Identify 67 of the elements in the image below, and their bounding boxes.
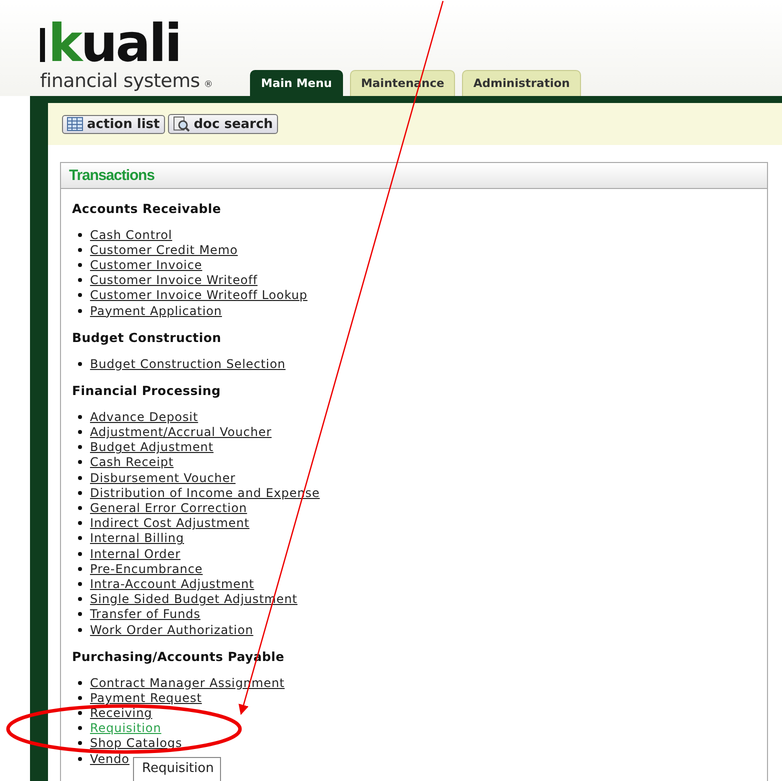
bullet-icon (78, 308, 82, 313)
bullet-icon (78, 476, 82, 480)
bullet-icon (78, 741, 82, 746)
section-heading: Financial Processing (72, 383, 222, 398)
bullet-icon (78, 293, 82, 298)
menu-link[interactable]: General Error Correction (90, 501, 248, 516)
bullet-icon (78, 248, 82, 252)
menu-link[interactable]: Cash Receipt (90, 455, 174, 470)
bullet-icon (78, 597, 82, 602)
registered-mark: ® (204, 80, 213, 90)
bullet-icon (78, 756, 82, 761)
bullet-icon (78, 262, 82, 267)
menu-link[interactable]: Internal Billing (90, 531, 184, 546)
bullet-icon (78, 362, 82, 366)
section-heading: Accounts Receivable (72, 201, 222, 216)
logo-wordmark: kuali (48, 18, 180, 70)
panel-title: Transactions (69, 167, 154, 184)
menu-link[interactable]: Disbursement Voucher (90, 470, 236, 485)
bullet-icon (78, 582, 82, 586)
menu-link[interactable]: Cash Control (90, 228, 172, 242)
bullet-icon (78, 414, 82, 419)
bullet-icon (78, 680, 82, 685)
bullet-icon (78, 536, 82, 540)
document-search-icon (172, 116, 190, 132)
bullet-icon (78, 278, 82, 282)
menu-link[interactable]: Customer Invoice Writeoff Lookup (90, 288, 308, 302)
menu-link[interactable]: Indirect Cost Adjustment (90, 516, 250, 530)
bullet-icon (78, 232, 82, 237)
bullet-icon (78, 430, 82, 434)
bullet-icon (78, 566, 82, 571)
bullet-icon (78, 726, 82, 730)
bullet-icon (78, 445, 82, 450)
menu-link[interactable]: Internal Order (90, 546, 180, 561)
menu-link[interactable]: Receiving (90, 706, 152, 720)
menu-link[interactable]: Intra-Account Adjustment (90, 576, 254, 591)
menu-tab[interactable]: Administration (462, 70, 581, 96)
menu-link[interactable]: Customer Credit Memo (90, 242, 238, 257)
bullet-icon (78, 711, 82, 716)
bullet-icon (78, 628, 82, 632)
menu-link[interactable]: Customer Invoice (90, 258, 202, 272)
menu-link[interactable]: Budget Construction Selection (90, 356, 286, 371)
menu-link[interactable]: Advance Deposit (90, 410, 198, 424)
section-heading: Budget Construction (72, 330, 222, 346)
tooltip: Requisition (133, 757, 221, 781)
menu-link[interactable]: Payment Request (90, 690, 202, 705)
bullet-icon (78, 460, 82, 464)
toolbar-button[interactable]: action list (62, 114, 165, 134)
menu-link[interactable]: Vendo (90, 752, 130, 766)
bullet-icon (78, 490, 82, 495)
bullet-icon (78, 521, 82, 526)
table-icon (67, 117, 83, 131)
bullet-icon (78, 506, 82, 510)
bullet-icon (78, 552, 82, 556)
menu-link[interactable]: Pre-Encumbrance (90, 562, 203, 576)
menu-link[interactable]: Shop Catalogs (90, 736, 182, 750)
menu-link[interactable]: Transfer of Funds (90, 607, 200, 622)
menu-link[interactable]: Adjustment/Accrual Voucher (90, 425, 272, 440)
logo-bar-icon (40, 28, 45, 62)
menu-link[interactable]: Customer Invoice Writeoff (90, 273, 258, 288)
logo-tagline: financial systems (40, 70, 200, 92)
bullet-icon (78, 612, 82, 616)
menu-link[interactable]: Work Order Authorization (90, 622, 254, 637)
bullet-icon (78, 696, 82, 700)
menu-tab[interactable]: Main Menu (250, 70, 343, 96)
menu-link[interactable]: Payment Application (90, 304, 222, 318)
toolbar-button[interactable]: doc search (168, 114, 278, 134)
menu-link[interactable]: Budget Adjustment (90, 440, 214, 454)
